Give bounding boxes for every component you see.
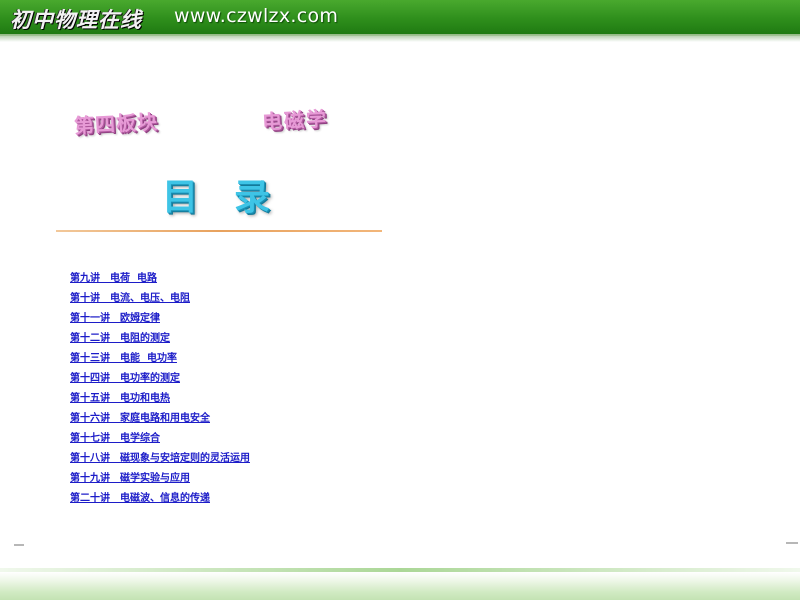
toc-link-lecture-18[interactable]: 第十八讲 磁现象与安培定则的灵活运用 [70,452,250,472]
toc-link-lecture-10[interactable]: 第十讲 电流、电压、电阻 [70,292,250,312]
slide-page: 初中物理在线 www.czwlzx.com 第四板块 电磁学 目录 第九讲 电荷… [0,0,800,600]
toc-list: 第九讲 电荷 电路 第十讲 电流、电压、电阻 第十一讲 欧姆定律 第十二讲 电阻… [70,272,250,512]
toc-link-lecture-19[interactable]: 第十九讲 磁学实验与应用 [70,472,250,492]
section-title: 第四板块 [73,109,159,138]
toc-link-lecture-20[interactable]: 第二十讲 电磁波、信息的传递 [70,492,250,512]
toc-link-lecture-17[interactable]: 第十七讲 电学综合 [70,432,250,452]
toc-link-lecture-12[interactable]: 第十二讲 电阻的测定 [70,332,250,352]
header-shadow [0,34,800,42]
heading-divider [56,230,382,232]
site-logo: 初中物理在线 [10,7,142,32]
toc-link-lecture-13[interactable]: 第十三讲 电能 电功率 [70,352,250,372]
left-tick-mark [14,544,24,546]
toc-link-lecture-15[interactable]: 第十五讲 电功和电热 [70,392,250,412]
header-banner: 初中物理在线 www.czwlzx.com [0,0,800,36]
footer-band [0,572,800,600]
toc-link-lecture-16[interactable]: 第十六讲 家庭电路和用电安全 [70,412,250,432]
toc-link-lecture-11[interactable]: 第十一讲 欧姆定律 [70,312,250,332]
toc-link-lecture-9[interactable]: 第九讲 电荷 电路 [70,272,250,292]
toc-link-lecture-14[interactable]: 第十四讲 电功率的测定 [70,372,250,392]
toc-heading: 目录 [162,177,307,218]
right-tick-mark [786,542,798,544]
section-subtitle: 电磁学 [261,106,329,134]
site-url: www.czwlzx.com [174,5,339,27]
